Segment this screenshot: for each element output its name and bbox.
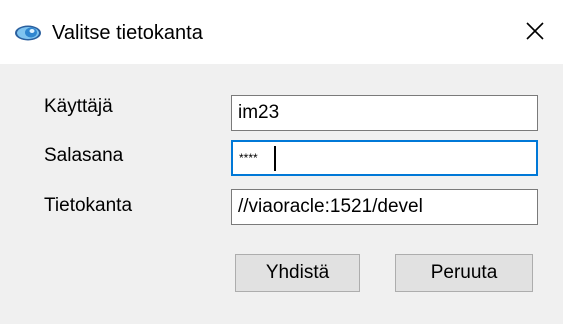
close-icon xyxy=(525,21,545,46)
text-caret xyxy=(274,146,276,171)
password-label: Salasana xyxy=(44,145,124,166)
database-label: Tietokanta xyxy=(44,195,133,216)
user-label: Käyttäjä xyxy=(44,96,113,117)
user-field[interactable] xyxy=(231,95,538,131)
eye-icon xyxy=(14,23,42,43)
window-title: Valitse tietokanta xyxy=(52,22,203,44)
connect-button[interactable]: Yhdistä xyxy=(235,254,360,292)
password-field[interactable] xyxy=(231,140,538,176)
close-button[interactable] xyxy=(515,14,555,52)
cancel-button[interactable]: Peruuta xyxy=(395,254,533,292)
database-field[interactable] xyxy=(231,189,538,225)
title-bar: Valitse tietokanta xyxy=(0,0,563,64)
connect-dialog: Valitse tietokanta Käyttäjä Salasana Tie… xyxy=(0,0,563,324)
